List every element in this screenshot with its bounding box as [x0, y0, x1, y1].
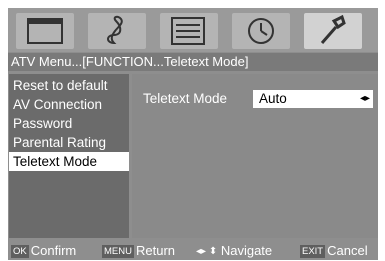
picture-icon[interactable] [16, 13, 74, 49]
settings-panel: Teletext Mode Auto ◂▸ [132, 74, 378, 238]
sidebar-item-parental-rating[interactable]: Parental Rating [9, 133, 129, 152]
sidebar-item-av-connection[interactable]: AV Connection [9, 95, 129, 114]
navigate-label: Navigate [220, 243, 273, 258]
left-right-arrows-icon: ◂▸ [359, 93, 370, 104]
return-label: Return [135, 243, 176, 258]
sidebar-item-teletext-mode[interactable]: Teletext Mode [9, 152, 129, 171]
footer-return: MENU Return [102, 242, 175, 260]
channel-icon[interactable] [160, 13, 218, 49]
sidebar-item-password[interactable]: Password [9, 114, 129, 133]
teletext-mode-label: Teletext Mode [143, 91, 228, 106]
sidebar-item-reset-to-default[interactable]: Reset to default [9, 76, 129, 95]
teletext-mode-value: Auto [259, 91, 287, 106]
time-icon[interactable] [232, 13, 290, 49]
footer-cancel: EXIT Cancel [300, 242, 368, 260]
sound-icon[interactable] [88, 13, 146, 49]
footer-help-bar: OK Confirm MENU Return ◂▸ ⬍ Navigate EXIT C… [8, 242, 378, 260]
footer-confirm: OK Confirm [11, 242, 76, 260]
navigate-arrows-icon: ◂▸ ⬍ [196, 246, 218, 257]
ok-key-icon: OK [11, 245, 29, 258]
breadcrumb: ATV Menu...[FUNCTION...Teletext Mode] [8, 53, 378, 71]
tv-menu-screen: ATV Menu...[FUNCTION...Teletext Mode] Re… [8, 8, 378, 260]
confirm-label: Confirm [30, 243, 77, 258]
cancel-label: Cancel [327, 243, 368, 258]
teletext-mode-selector[interactable]: Auto ◂▸ [253, 90, 373, 108]
sidebar-menu: Reset to default AV Connection Password … [9, 74, 129, 238]
menu-key-icon: MENU [102, 245, 134, 258]
exit-key-icon: EXIT [300, 245, 326, 258]
function-icon[interactable] [304, 13, 362, 49]
menu-icon-bar [8, 8, 378, 52]
footer-navigate: ◂▸ ⬍ Navigate [196, 242, 272, 261]
